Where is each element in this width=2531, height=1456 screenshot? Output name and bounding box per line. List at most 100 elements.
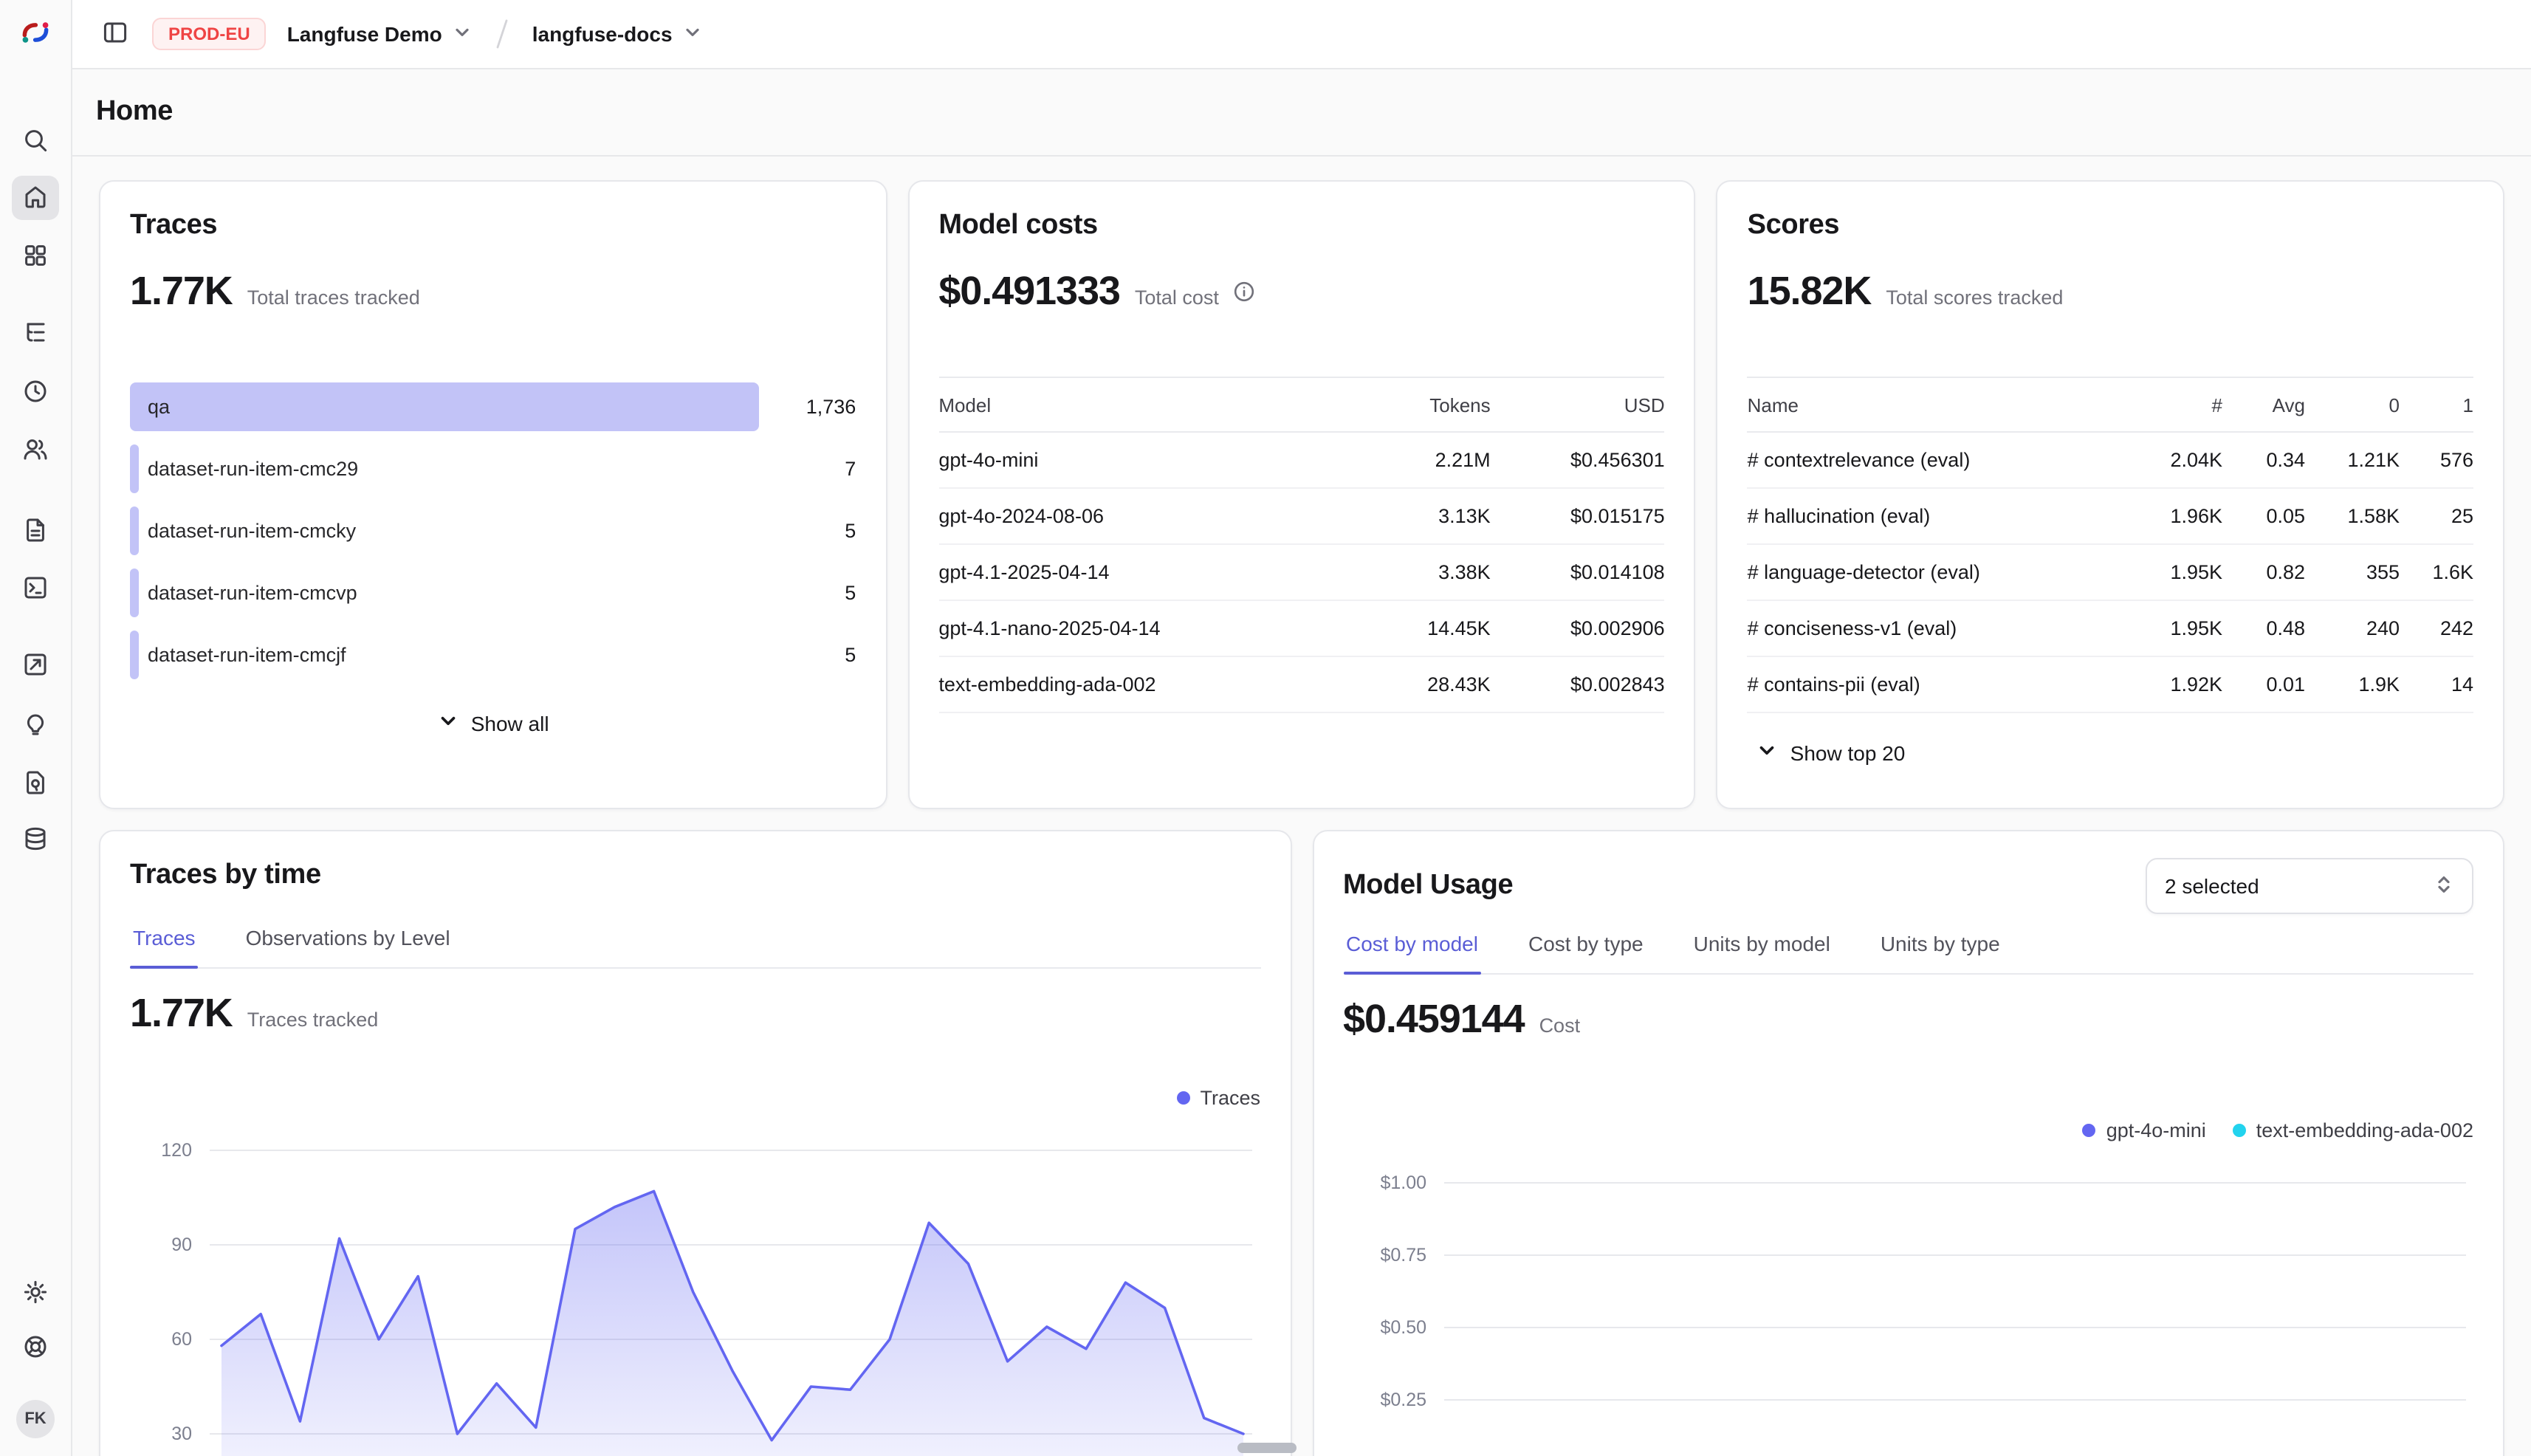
trace-bar-row[interactable]: dataset-run-item-cmc29 7 bbox=[130, 444, 856, 493]
trace-bar-row[interactable]: qa 1,736 bbox=[130, 382, 856, 431]
dashboard-content: Traces 1.77K Total traces tracked qa 1,7… bbox=[72, 157, 2531, 1456]
sidebar-item-judge[interactable] bbox=[12, 703, 59, 747]
cell-tokens: 14.45K bbox=[1328, 617, 1491, 639]
sidebar-item-sessions[interactable] bbox=[12, 371, 59, 415]
cell-usd: $0.014108 bbox=[1491, 561, 1665, 583]
col-avg: Avg bbox=[2222, 394, 2305, 416]
cell-zero: 355 bbox=[2305, 561, 2400, 583]
sidebar-item-dashboards[interactable] bbox=[12, 235, 59, 279]
svg-text:$0.75: $0.75 bbox=[1379, 1245, 1426, 1266]
breadcrumb-separator bbox=[491, 16, 515, 52]
show-all-label: Show all bbox=[471, 712, 549, 735]
col-count: # bbox=[2131, 394, 2222, 416]
sidebar: FK bbox=[0, 0, 72, 1456]
cell-model: gpt-4o-mini bbox=[938, 449, 1328, 471]
horizontal-scrollbar-thumb[interactable] bbox=[1237, 1443, 1297, 1453]
cell-count: 1.92K bbox=[2131, 673, 2222, 696]
cell-usd: $0.456301 bbox=[1491, 449, 1665, 471]
svg-text:60: 60 bbox=[171, 1329, 192, 1350]
app-layout: FK PROD-EU Langfuse Demo langfuse-docs H… bbox=[0, 0, 2531, 1456]
trace-bar-row[interactable]: dataset-run-item-cmcvp 5 bbox=[130, 569, 856, 617]
svg-text:120: 120 bbox=[161, 1140, 192, 1161]
model-usage-title: Model Usage bbox=[1343, 868, 1513, 904]
model-costs-metric-value: $0.491333 bbox=[938, 267, 1120, 315]
model-filter-value: 2 selected bbox=[2165, 874, 2259, 898]
cell-avg: 0.34 bbox=[2222, 449, 2305, 471]
org-switcher[interactable]: Langfuse Demo bbox=[284, 16, 476, 52]
traces-by-time-card: Traces by time Traces Observations by Le… bbox=[99, 830, 1291, 1456]
show-all-button[interactable]: Show all bbox=[422, 701, 564, 746]
cell-name: # conciseness-v1 (eval) bbox=[1748, 617, 2131, 639]
evaluation-icon bbox=[22, 650, 49, 681]
tab-cost-by-model[interactable]: Cost by model bbox=[1343, 932, 1481, 973]
charts-row: Traces by time Traces Observations by Le… bbox=[99, 830, 2504, 1456]
show-top-20-button[interactable]: Show top 20 bbox=[1742, 731, 1920, 775]
user-avatar[interactable]: FK bbox=[16, 1400, 55, 1438]
sidebar-item-annotation[interactable] bbox=[12, 762, 59, 806]
col-name: Name bbox=[1748, 394, 2131, 416]
tab-observations-by-level[interactable]: Observations by Level bbox=[243, 926, 453, 967]
cell-usd: $0.002906 bbox=[1491, 617, 1665, 639]
sidebar-item-users[interactable] bbox=[12, 428, 59, 473]
trace-name-bars: qa 1,736 dataset-run-item-cmc29 7 datase… bbox=[130, 382, 856, 679]
prompts-icon bbox=[22, 516, 49, 547]
sidebar-item-prompts[interactable] bbox=[12, 509, 59, 554]
cell-zero: 1.21K bbox=[2305, 449, 2400, 471]
trace-bar-row[interactable]: dataset-run-item-cmcky 5 bbox=[130, 506, 856, 555]
scores-title: Scores bbox=[1748, 208, 2473, 244]
table-row: # hallucination (eval)1.96K0.051.58K25 bbox=[1748, 489, 2473, 545]
sidebar-toggle-button[interactable] bbox=[96, 13, 134, 55]
scores-table: Name # Avg 0 1 # contextrelevance (eval)… bbox=[1748, 377, 2473, 713]
project-switcher[interactable]: langfuse-docs bbox=[529, 16, 707, 52]
scores-metric-label: Total scores tracked bbox=[1886, 286, 2063, 309]
traces-by-time-metric: 1.77K Traces tracked bbox=[130, 989, 1260, 1037]
cell-name: # language-detector (eval) bbox=[1748, 561, 2131, 583]
svg-text:$0.50: $0.50 bbox=[1379, 1317, 1426, 1338]
col-one: 1 bbox=[2400, 394, 2473, 416]
model-filter-select[interactable]: 2 selected bbox=[2146, 858, 2473, 914]
sidebar-bottom: FK bbox=[12, 1271, 59, 1456]
trace-bar-label: qa bbox=[130, 382, 170, 431]
traces-metric-label: Total traces tracked bbox=[247, 286, 420, 309]
tab-traces[interactable]: Traces bbox=[130, 926, 199, 967]
sidebar-item-evaluation[interactable] bbox=[12, 644, 59, 688]
trace-bar-count: 7 bbox=[773, 458, 856, 480]
cell-count: 1.95K bbox=[2131, 617, 2222, 639]
table-row: gpt-4o-mini2.21M$0.456301 bbox=[938, 433, 1664, 489]
tab-cost-by-type[interactable]: Cost by type bbox=[1525, 932, 1646, 973]
trace-bar-row[interactable]: dataset-run-item-cmcjf 5 bbox=[130, 631, 856, 679]
info-icon[interactable] bbox=[1234, 280, 1256, 302]
chevron-down-icon bbox=[1756, 740, 1779, 766]
model-usage-header: Model Usage 2 selected bbox=[1343, 858, 2473, 914]
sidebar-item-datasets[interactable] bbox=[12, 818, 59, 862]
table-row: # contains-pii (eval)1.92K0.011.9K14 bbox=[1748, 657, 2473, 713]
page-header: Home bbox=[72, 69, 2531, 157]
svg-text:$1.00: $1.00 bbox=[1379, 1172, 1426, 1193]
model-usage-metric-value: $0.459144 bbox=[1343, 995, 1525, 1043]
environment-badge: PROD-EU bbox=[152, 18, 267, 50]
table-header: Model Tokens USD bbox=[938, 377, 1664, 433]
sidebar-item-playground[interactable] bbox=[12, 567, 59, 611]
col-tokens: Tokens bbox=[1328, 394, 1491, 416]
settings-button[interactable] bbox=[12, 1271, 59, 1316]
sidebar-item-search[interactable] bbox=[12, 120, 59, 164]
traces-by-time-chart: 120906030 bbox=[130, 1121, 1260, 1456]
trace-bar-count: 5 bbox=[773, 644, 856, 666]
sidebar-item-home[interactable] bbox=[12, 176, 59, 220]
legend-item-text-embedding-ada-002: text-embedding-ada-002 bbox=[2233, 1119, 2473, 1141]
sidebar-item-tracing[interactable] bbox=[12, 312, 59, 356]
tab-units-by-model[interactable]: Units by model bbox=[1691, 932, 1833, 973]
traces-card-title: Traces bbox=[130, 208, 856, 244]
table-row: gpt-4.1-2025-04-143.38K$0.014108 bbox=[938, 545, 1664, 601]
cell-avg: 0.05 bbox=[2222, 505, 2305, 527]
support-button[interactable] bbox=[12, 1326, 59, 1370]
model-costs-table: Model Tokens USD gpt-4o-mini2.21M$0.4563… bbox=[938, 377, 1664, 713]
tracing-icon bbox=[22, 318, 49, 349]
cell-tokens: 28.43K bbox=[1328, 673, 1491, 696]
trace-bar bbox=[130, 382, 758, 431]
search-icon bbox=[22, 126, 49, 157]
langfuse-logo[interactable] bbox=[19, 16, 52, 49]
dashboards-icon bbox=[22, 241, 49, 272]
cell-tokens: 2.21M bbox=[1328, 449, 1491, 471]
tab-units-by-type[interactable]: Units by type bbox=[1878, 932, 2003, 973]
